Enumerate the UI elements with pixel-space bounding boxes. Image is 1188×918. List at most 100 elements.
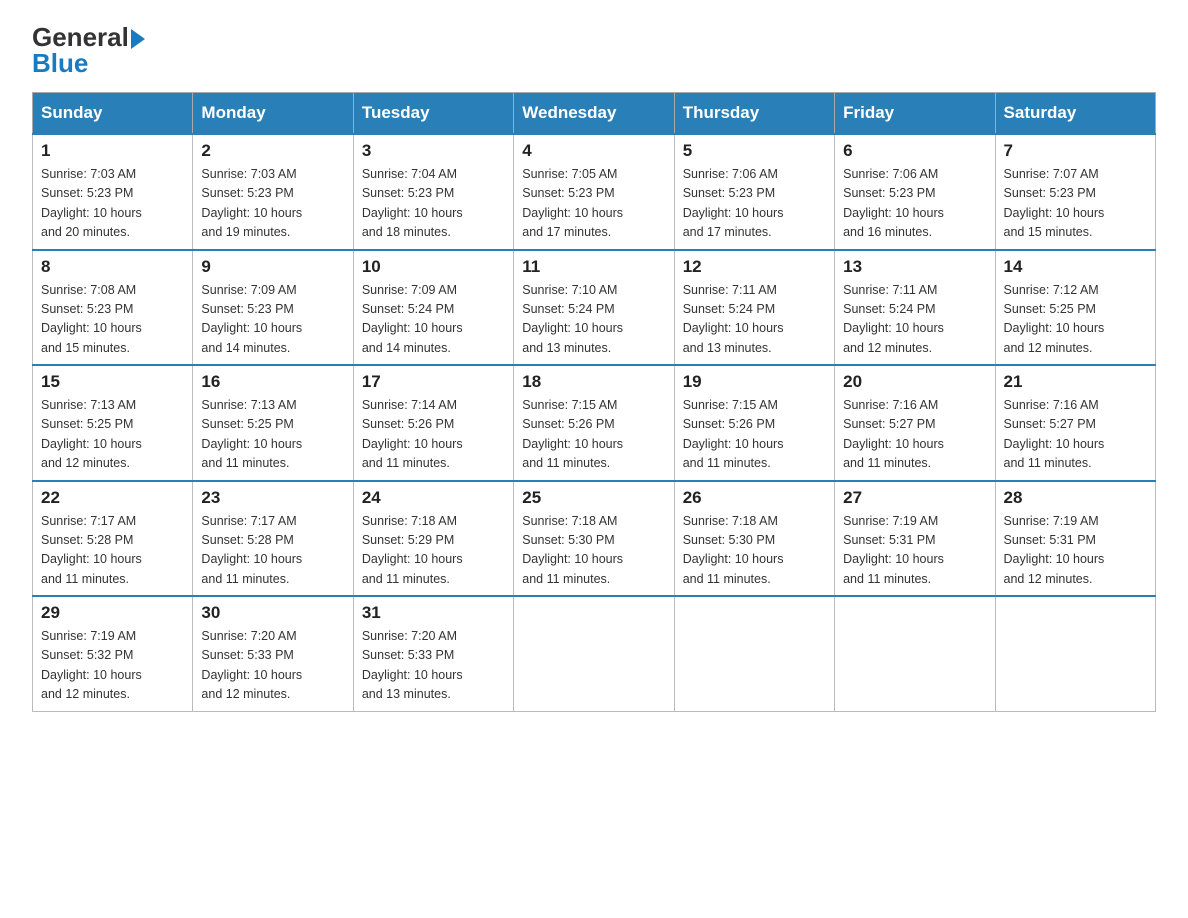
day-number: 8	[41, 257, 184, 277]
day-number: 9	[201, 257, 344, 277]
day-info: Sunrise: 7:19 AMSunset: 5:31 PMDaylight:…	[843, 512, 986, 590]
calendar-cell: 28Sunrise: 7:19 AMSunset: 5:31 PMDayligh…	[995, 481, 1155, 597]
day-number: 22	[41, 488, 184, 508]
week-row-2: 8 Sunrise: 7:08 AMSunset: 5:23 PMDaylight…	[33, 250, 1156, 366]
day-number: 21	[1004, 372, 1147, 392]
day-info: Sunrise: 7:20 AMSunset: 5:33 PMDaylight:…	[362, 627, 505, 705]
calendar-cell	[835, 596, 995, 711]
calendar-cell: 6Sunrise: 7:06 AMSunset: 5:23 PMDaylight…	[835, 134, 995, 250]
day-number: 25	[522, 488, 665, 508]
day-number: 16	[201, 372, 344, 392]
day-number: 3	[362, 141, 505, 161]
calendar-header-row: SundayMondayTuesdayWednesdayThursdayFrid…	[33, 93, 1156, 135]
calendar-cell: 8 Sunrise: 7:08 AMSunset: 5:23 PMDaylight…	[33, 250, 193, 366]
calendar-cell: 13 Sunrise: 7:11 AMSunset: 5:24 PMDayligh…	[835, 250, 995, 366]
day-info: Sunrise: 7:15 AMSunset: 5:26 PMDaylight:…	[522, 396, 665, 474]
calendar-cell: 22 Sunrise: 7:17 AMSunset: 5:28 PMDayligh…	[33, 481, 193, 597]
col-header-tuesday: Tuesday	[353, 93, 513, 135]
day-number: 11	[522, 257, 665, 277]
day-info: Sunrise: 7:18 AMSunset: 5:30 PMDaylight:…	[522, 512, 665, 590]
calendar-cell	[995, 596, 1155, 711]
calendar-cell: 25 Sunrise: 7:18 AMSunset: 5:30 PMDayligh…	[514, 481, 674, 597]
calendar-cell: 20 Sunrise: 7:16 AMSunset: 5:27 PMDayligh…	[835, 365, 995, 481]
day-info: Sunrise: 7:11 AMSunset: 5:24 PMDaylight:…	[843, 281, 986, 359]
day-info: Sunrise: 7:03 AMSunset: 5:23 PMDaylight:…	[201, 165, 344, 243]
day-number: 27	[843, 488, 986, 508]
day-info: Sunrise: 7:15 AMSunset: 5:26 PMDaylight:…	[683, 396, 826, 474]
calendar-cell: 18 Sunrise: 7:15 AMSunset: 5:26 PMDayligh…	[514, 365, 674, 481]
calendar-cell	[674, 596, 834, 711]
calendar-cell: 9 Sunrise: 7:09 AMSunset: 5:23 PMDaylight…	[193, 250, 353, 366]
calendar-cell: 3 Sunrise: 7:04 AMSunset: 5:23 PMDaylight…	[353, 134, 513, 250]
day-number: 1	[41, 141, 184, 161]
calendar-cell: 26 Sunrise: 7:18 AMSunset: 5:30 PMDayligh…	[674, 481, 834, 597]
calendar-cell: 5 Sunrise: 7:06 AMSunset: 5:23 PMDaylight…	[674, 134, 834, 250]
day-number: 6	[843, 141, 986, 161]
calendar-cell: 15 Sunrise: 7:13 AMSunset: 5:25 PMDayligh…	[33, 365, 193, 481]
day-number: 28	[1004, 488, 1147, 508]
day-info: Sunrise: 7:14 AMSunset: 5:26 PMDaylight:…	[362, 396, 505, 474]
day-info: Sunrise: 7:17 AMSunset: 5:28 PMDaylight:…	[201, 512, 344, 590]
calendar-cell: 10Sunrise: 7:09 AMSunset: 5:24 PMDayligh…	[353, 250, 513, 366]
day-info: Sunrise: 7:09 AMSunset: 5:24 PMDaylight:…	[362, 281, 505, 359]
calendar-cell: 27 Sunrise: 7:19 AMSunset: 5:31 PMDayligh…	[835, 481, 995, 597]
calendar-cell: 11 Sunrise: 7:10 AMSunset: 5:24 PMDayligh…	[514, 250, 674, 366]
col-header-sunday: Sunday	[33, 93, 193, 135]
day-info: Sunrise: 7:03 AMSunset: 5:23 PMDaylight:…	[41, 165, 184, 243]
day-number: 14	[1004, 257, 1147, 277]
calendar-cell: 21Sunrise: 7:16 AMSunset: 5:27 PMDayligh…	[995, 365, 1155, 481]
calendar-cell: 2 Sunrise: 7:03 AMSunset: 5:23 PMDaylight…	[193, 134, 353, 250]
calendar-cell: 31Sunrise: 7:20 AMSunset: 5:33 PMDayligh…	[353, 596, 513, 711]
day-info: Sunrise: 7:06 AMSunset: 5:23 PMDaylight:…	[683, 165, 826, 243]
page-header: General Blue	[32, 24, 1156, 76]
logo-arrow-icon	[131, 29, 145, 49]
calendar-cell: 7Sunrise: 7:07 AMSunset: 5:23 PMDaylight…	[995, 134, 1155, 250]
calendar-cell: 12 Sunrise: 7:11 AMSunset: 5:24 PMDayligh…	[674, 250, 834, 366]
day-info: Sunrise: 7:19 AMSunset: 5:32 PMDaylight:…	[41, 627, 184, 705]
calendar-table: SundayMondayTuesdayWednesdayThursdayFrid…	[32, 92, 1156, 712]
day-info: Sunrise: 7:16 AMSunset: 5:27 PMDaylight:…	[843, 396, 986, 474]
calendar-cell: 19 Sunrise: 7:15 AMSunset: 5:26 PMDayligh…	[674, 365, 834, 481]
day-info: Sunrise: 7:08 AMSunset: 5:23 PMDaylight:…	[41, 281, 184, 359]
day-info: Sunrise: 7:18 AMSunset: 5:29 PMDaylight:…	[362, 512, 505, 590]
day-number: 7	[1004, 141, 1147, 161]
logo: General Blue	[32, 24, 145, 76]
day-number: 19	[683, 372, 826, 392]
day-number: 20	[843, 372, 986, 392]
day-info: Sunrise: 7:10 AMSunset: 5:24 PMDaylight:…	[522, 281, 665, 359]
day-number: 18	[522, 372, 665, 392]
day-info: Sunrise: 7:12 AMSunset: 5:25 PMDaylight:…	[1004, 281, 1147, 359]
week-row-5: 29Sunrise: 7:19 AMSunset: 5:32 PMDayligh…	[33, 596, 1156, 711]
day-info: Sunrise: 7:11 AMSunset: 5:24 PMDaylight:…	[683, 281, 826, 359]
day-number: 24	[362, 488, 505, 508]
day-number: 12	[683, 257, 826, 277]
calendar-cell	[514, 596, 674, 711]
day-number: 4	[522, 141, 665, 161]
week-row-4: 22 Sunrise: 7:17 AMSunset: 5:28 PMDayligh…	[33, 481, 1156, 597]
col-header-monday: Monday	[193, 93, 353, 135]
day-number: 23	[201, 488, 344, 508]
week-row-1: 1 Sunrise: 7:03 AMSunset: 5:23 PMDaylight…	[33, 134, 1156, 250]
calendar-cell: 17Sunrise: 7:14 AMSunset: 5:26 PMDayligh…	[353, 365, 513, 481]
calendar-cell: 29Sunrise: 7:19 AMSunset: 5:32 PMDayligh…	[33, 596, 193, 711]
day-info: Sunrise: 7:17 AMSunset: 5:28 PMDaylight:…	[41, 512, 184, 590]
day-number: 15	[41, 372, 184, 392]
col-header-thursday: Thursday	[674, 93, 834, 135]
logo-blue-text: Blue	[32, 50, 88, 76]
day-number: 30	[201, 603, 344, 623]
day-info: Sunrise: 7:18 AMSunset: 5:30 PMDaylight:…	[683, 512, 826, 590]
day-number: 26	[683, 488, 826, 508]
calendar-cell: 4Sunrise: 7:05 AMSunset: 5:23 PMDaylight…	[514, 134, 674, 250]
calendar-cell: 23 Sunrise: 7:17 AMSunset: 5:28 PMDayligh…	[193, 481, 353, 597]
calendar-cell: 1 Sunrise: 7:03 AMSunset: 5:23 PMDaylight…	[33, 134, 193, 250]
col-header-wednesday: Wednesday	[514, 93, 674, 135]
day-info: Sunrise: 7:20 AMSunset: 5:33 PMDaylight:…	[201, 627, 344, 705]
calendar-cell: 14 Sunrise: 7:12 AMSunset: 5:25 PMDayligh…	[995, 250, 1155, 366]
day-info: Sunrise: 7:04 AMSunset: 5:23 PMDaylight:…	[362, 165, 505, 243]
day-info: Sunrise: 7:09 AMSunset: 5:23 PMDaylight:…	[201, 281, 344, 359]
day-info: Sunrise: 7:13 AMSunset: 5:25 PMDaylight:…	[41, 396, 184, 474]
day-number: 13	[843, 257, 986, 277]
day-number: 5	[683, 141, 826, 161]
col-header-saturday: Saturday	[995, 93, 1155, 135]
day-number: 2	[201, 141, 344, 161]
